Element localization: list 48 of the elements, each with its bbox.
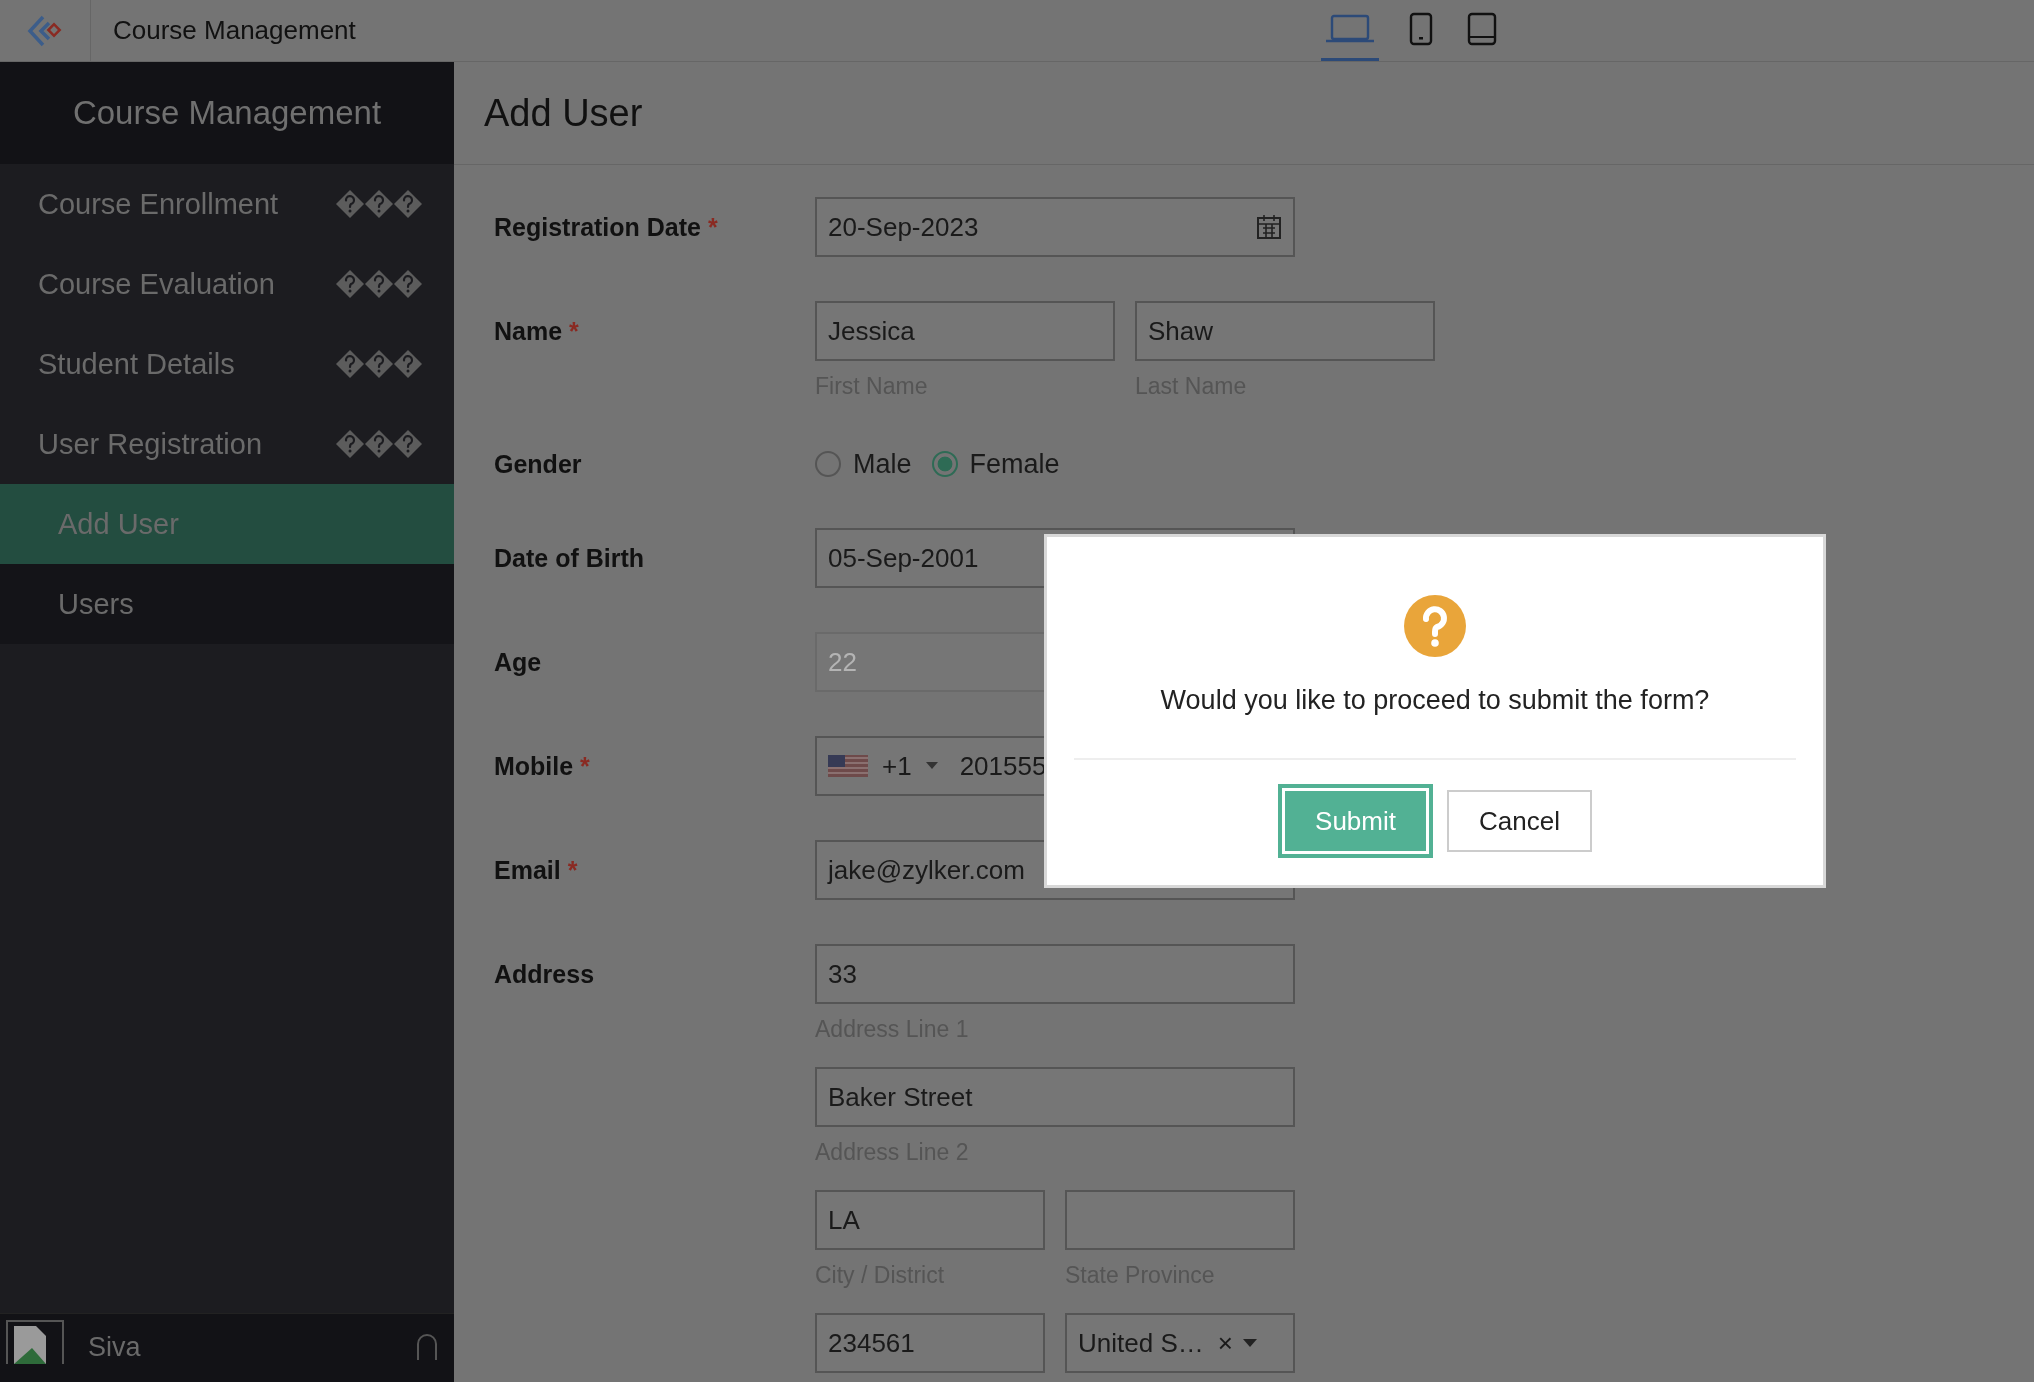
sidebar-item[interactable]: Course Evaluation (0, 244, 454, 324)
sidebar-item-label: Course Enrollment (38, 187, 279, 221)
radio-option[interactable]: Male (815, 448, 912, 480)
phone-icon (1408, 12, 1433, 46)
calendar-icon[interactable] (1256, 214, 1282, 240)
page-title: Add User (484, 91, 643, 135)
radio-option[interactable]: Female (931, 448, 1060, 480)
question-mark-icon (1404, 595, 1466, 657)
logo-icon (26, 13, 64, 48)
flag-icon (828, 755, 868, 777)
field-label: Age (494, 647, 543, 678)
field-label: Gender (494, 449, 583, 480)
field-label: Address (494, 959, 596, 990)
sidebar-title: Course Management (72, 94, 382, 132)
user-name: Siva (88, 1332, 141, 1363)
sidebar-item[interactable]: User Registration (0, 404, 454, 484)
field-label: Mobile * (494, 751, 591, 782)
text-field[interactable] (1065, 1190, 1295, 1250)
sidebar-item[interactable]: Course Enrollment (0, 164, 454, 244)
sidebar-subitem[interactable]: Users (0, 564, 454, 644)
tablet-icon (1466, 12, 1497, 46)
broken-image-icon (6, 1320, 64, 1364)
text-field[interactable]: LA (815, 1190, 1045, 1250)
radio-button[interactable] (931, 451, 958, 477)
laptop-icon (1324, 13, 1375, 45)
caret-icon[interactable] (925, 762, 938, 770)
country-select[interactable]: United S… × (1065, 1313, 1295, 1373)
radio-button[interactable] (815, 451, 841, 477)
field-label: Registration Date * (494, 212, 719, 243)
sidebar-item-label: User Registration (38, 427, 263, 461)
cancel-button[interactable]: Cancel (1447, 790, 1592, 852)
field-label: Email * (494, 855, 579, 886)
text-field[interactable]: 33 (815, 944, 1295, 1004)
sidebar-item-label: Student Details (38, 347, 235, 381)
sidebar-item[interactable]: Student Details (0, 324, 454, 404)
date-field[interactable]: 20-Sep-2023 (815, 197, 1295, 257)
clear-icon[interactable]: × (1217, 1327, 1233, 1359)
field-label: Date of Birth (494, 543, 645, 574)
sidebar-item-label: Course Evaluation (38, 267, 275, 301)
text-field[interactable]: Jessica (815, 301, 1115, 361)
submit-button[interactable]: Submit (1278, 784, 1433, 858)
text-field[interactable]: Shaw (1135, 301, 1435, 361)
field-label: Name * (494, 316, 580, 347)
text-field[interactable]: Baker Street (815, 1067, 1295, 1127)
caret-icon[interactable] (1242, 1338, 1257, 1348)
text-field[interactable]: 234561 (815, 1313, 1045, 1373)
dialog-message: Would you like to proceed to submit the form? (1160, 685, 1710, 716)
app-title: Course Management (113, 15, 356, 46)
